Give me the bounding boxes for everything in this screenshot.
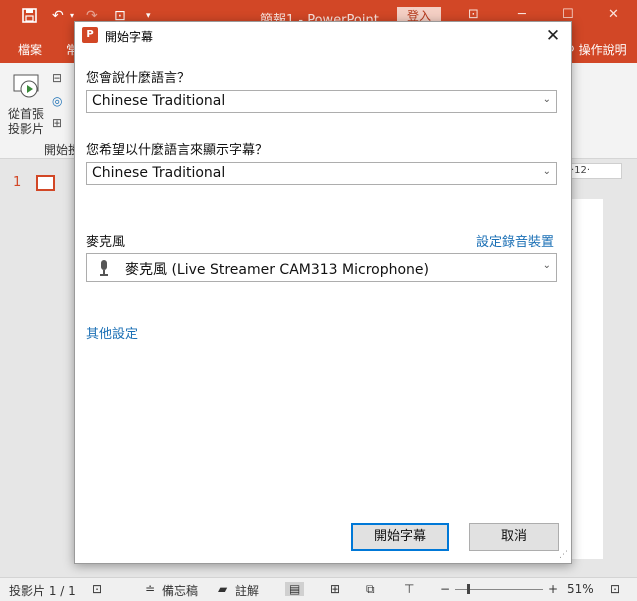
subtitle-language-select[interactable]: Chinese Traditional ⌄ xyxy=(86,162,557,185)
tab-file[interactable]: 檔案 xyxy=(18,41,42,58)
more-settings-link[interactable]: 其他設定 xyxy=(86,323,138,342)
from-first-slide-label-2[interactable]: 投影片 xyxy=(8,120,44,137)
ribbon-small-icon-3[interactable]: ⊞ xyxy=(52,116,62,130)
minimize-icon[interactable]: ─ xyxy=(518,7,526,22)
dialog-titlebar: P 開始字幕 ✕ xyxy=(75,22,571,50)
slide-number: 1 xyxy=(13,175,22,190)
ruler-label: ·12· xyxy=(571,165,591,176)
start-subtitles-dialog: P 開始字幕 ✕ 您會說什麼語言？ Chinese Traditional ⌄ … xyxy=(74,21,572,564)
slide-sorter-icon[interactable]: ⊞ xyxy=(330,582,340,596)
resize-grip-icon[interactable]: ⋰ xyxy=(559,550,568,560)
window-close-icon[interactable]: ✕ xyxy=(608,7,619,22)
start-subtitles-button[interactable]: 開始字幕 xyxy=(351,523,449,551)
close-button[interactable]: ✕ xyxy=(539,24,567,48)
from-first-slide-icon[interactable] xyxy=(12,71,42,104)
subtitle-language-label: 您希望以什麼語言來顯示字幕？ xyxy=(86,143,269,158)
notes-icon[interactable]: ≐ xyxy=(145,582,155,596)
slide-thumbnails-pane xyxy=(0,159,75,577)
microphone-value: 麥克風 (Live Streamer CAM313 Microphone) xyxy=(125,262,429,278)
spoken-language-value: Chinese Traditional xyxy=(92,93,226,109)
comments-icon[interactable]: ▰ xyxy=(218,582,227,596)
spoken-language-label: 您會說什麼語言？ xyxy=(86,71,191,86)
ribbon-display-icon[interactable]: ⊡ xyxy=(468,7,479,22)
setup-recording-device-link[interactable]: 設定錄音裝置 xyxy=(476,231,554,250)
notes-button[interactable]: 備忘稿 xyxy=(162,582,198,599)
zoom-in-button[interactable]: + xyxy=(548,582,558,596)
microphone-icon xyxy=(97,259,111,277)
status-bar: 投影片 1 / 1 ⊡ ≐ 備忘稿 ▰ 註解 ▤ ⊞ ⧉ ⊤ − + 51% ⊡ xyxy=(0,577,637,601)
zoom-level[interactable]: 51% xyxy=(567,582,594,596)
slide-canvas[interactable] xyxy=(570,199,603,559)
powerpoint-icon: P xyxy=(82,27,98,43)
slide-count: 投影片 1 / 1 xyxy=(9,584,76,598)
normal-view-icon[interactable]: ▤ xyxy=(285,582,305,596)
zoom-out-button[interactable]: − xyxy=(440,582,450,596)
microphone-label: 麥克風 xyxy=(86,235,126,250)
fit-to-window-icon[interactable]: ⊡ xyxy=(610,582,620,596)
spellcheck-icon[interactable]: ⊡ xyxy=(92,582,102,596)
zoom-slider-thumb[interactable] xyxy=(467,584,470,594)
microphone-select[interactable]: 麥克風 (Live Streamer CAM313 Microphone) ⌄ xyxy=(86,253,557,282)
cancel-button[interactable]: 取消 xyxy=(469,523,559,551)
ribbon-small-icon-2[interactable]: ◎ xyxy=(52,94,62,108)
reading-view-icon[interactable]: ⧉ xyxy=(366,582,375,597)
subtitle-language-value: Chinese Traditional xyxy=(92,165,226,181)
slideshow-icon[interactable]: ⊤ xyxy=(404,582,414,596)
ruler: ·12· xyxy=(570,163,622,179)
save-icon[interactable] xyxy=(22,8,37,27)
comments-button[interactable]: 註解 xyxy=(235,582,259,599)
help-search[interactable]: ⚲ 操作說明 xyxy=(566,41,627,58)
undo-icon[interactable]: ↶ xyxy=(52,8,64,24)
chevron-down-icon: ⌄ xyxy=(542,260,551,271)
dialog-title: 開始字幕 xyxy=(105,30,154,44)
spoken-language-select[interactable]: Chinese Traditional ⌄ xyxy=(86,90,557,113)
close-icon: ✕ xyxy=(545,26,561,46)
chevron-down-icon: ⌄ xyxy=(542,166,551,177)
chevron-down-icon: ⌄ xyxy=(542,94,551,105)
ribbon-small-icon-1[interactable]: ⊟ xyxy=(52,71,62,85)
maximize-icon[interactable]: ☐ xyxy=(562,7,574,22)
slide-thumbnail[interactable] xyxy=(36,175,55,191)
help-label: 操作說明 xyxy=(578,43,627,57)
